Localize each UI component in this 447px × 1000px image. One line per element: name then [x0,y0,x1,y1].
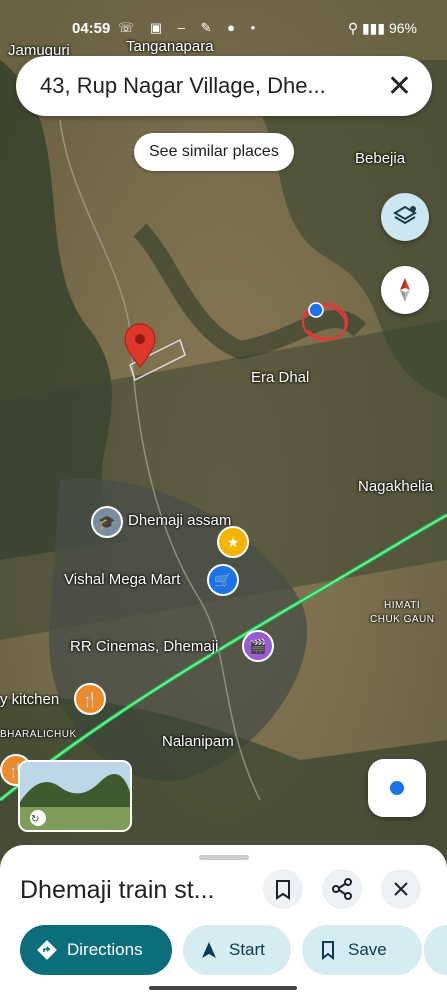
place-bottom-sheet[interactable]: Dhemaji train st... Directions Start Sav… [0,845,447,1000]
share-icon [332,878,352,900]
directions-button[interactable]: Directions [20,925,172,975]
close-button[interactable] [381,869,421,909]
search-bar[interactable]: 43, Rup Nagar Village, Dhe... ✕ [16,56,432,116]
share-chip[interactable] [424,925,447,975]
close-icon[interactable]: ✕ [387,69,412,104]
battery-level: 96% [388,20,417,36]
compass-icon [400,278,410,302]
gesture-bar [149,986,297,990]
map-label-nagakhelia: Nagakhelia [358,478,434,495]
place-title: Dhemaji train st... [20,876,215,904]
location-pin-icon[interactable] [122,322,158,370]
save-label: Save [348,940,387,959]
bookmark-icon [276,880,290,900]
start-button[interactable]: Start [183,925,291,975]
map-label-bharalichuk: BHARALICHUK [0,729,77,740]
poi-label-kitchen[interactable]: y kitchen [0,691,59,708]
layers-button[interactable] [381,193,429,241]
school-icon[interactable]: 🎓 [91,506,123,538]
save-button[interactable]: Save [302,925,422,975]
star-icon[interactable]: ★ [217,526,249,558]
status-time: 04:59 [72,20,111,37]
map-label-nalanipam: Nalanipam [162,733,234,750]
bookmark-icon [322,941,334,960]
share-button[interactable] [322,869,362,909]
status-bar: 04:59 ☏ ▣ – ✎ ● • ⚲ ▮▮▮ 96% [0,0,447,58]
compass-button[interactable] [381,266,429,314]
navigation-arrow-icon [202,942,216,958]
status-icons: ⚲ ▮▮▮ 96% [347,20,417,36]
my-location-icon [390,781,404,795]
sheet-drag-handle[interactable] [199,855,249,860]
map-label-bebejia: Bebejia [355,150,406,167]
layers-icon [393,205,417,225]
search-query[interactable]: 43, Rup Nagar Village, Dhe... [40,73,360,99]
my-location-button[interactable] [368,759,426,817]
close-icon [394,882,408,896]
directions-icon [37,940,57,960]
shopping-cart-icon[interactable]: 🛒 [207,564,239,596]
poi-label-vishal-mega-mart[interactable]: Vishal Mega Mart [64,571,180,588]
poi-label-rr-cinemas[interactable]: RR Cinemas, Dhemaji [70,638,218,655]
restaurant-icon[interactable]: 🍴 [74,683,106,715]
directions-label: Directions [67,940,143,959]
map-label-himati: HIMATI [384,600,421,611]
map-label-era-dhal: Era Dhal [251,369,310,386]
poi-label-dhemaji-assam[interactable]: Dhemaji assam [128,512,231,529]
see-similar-places-chip[interactable]: See similar places [134,133,294,171]
notification-icons: ☏ ▣ – ✎ ● • [118,20,262,35]
start-label: Start [229,940,265,959]
map-label-chuk-gaun: CHUK GAUN [370,614,435,625]
cinema-icon[interactable]: 🎬 [242,630,274,662]
street-view-thumbnail[interactable]: ↻ [18,760,132,832]
svg-text:↻: ↻ [31,814,39,825]
bookmark-button[interactable] [263,869,303,909]
